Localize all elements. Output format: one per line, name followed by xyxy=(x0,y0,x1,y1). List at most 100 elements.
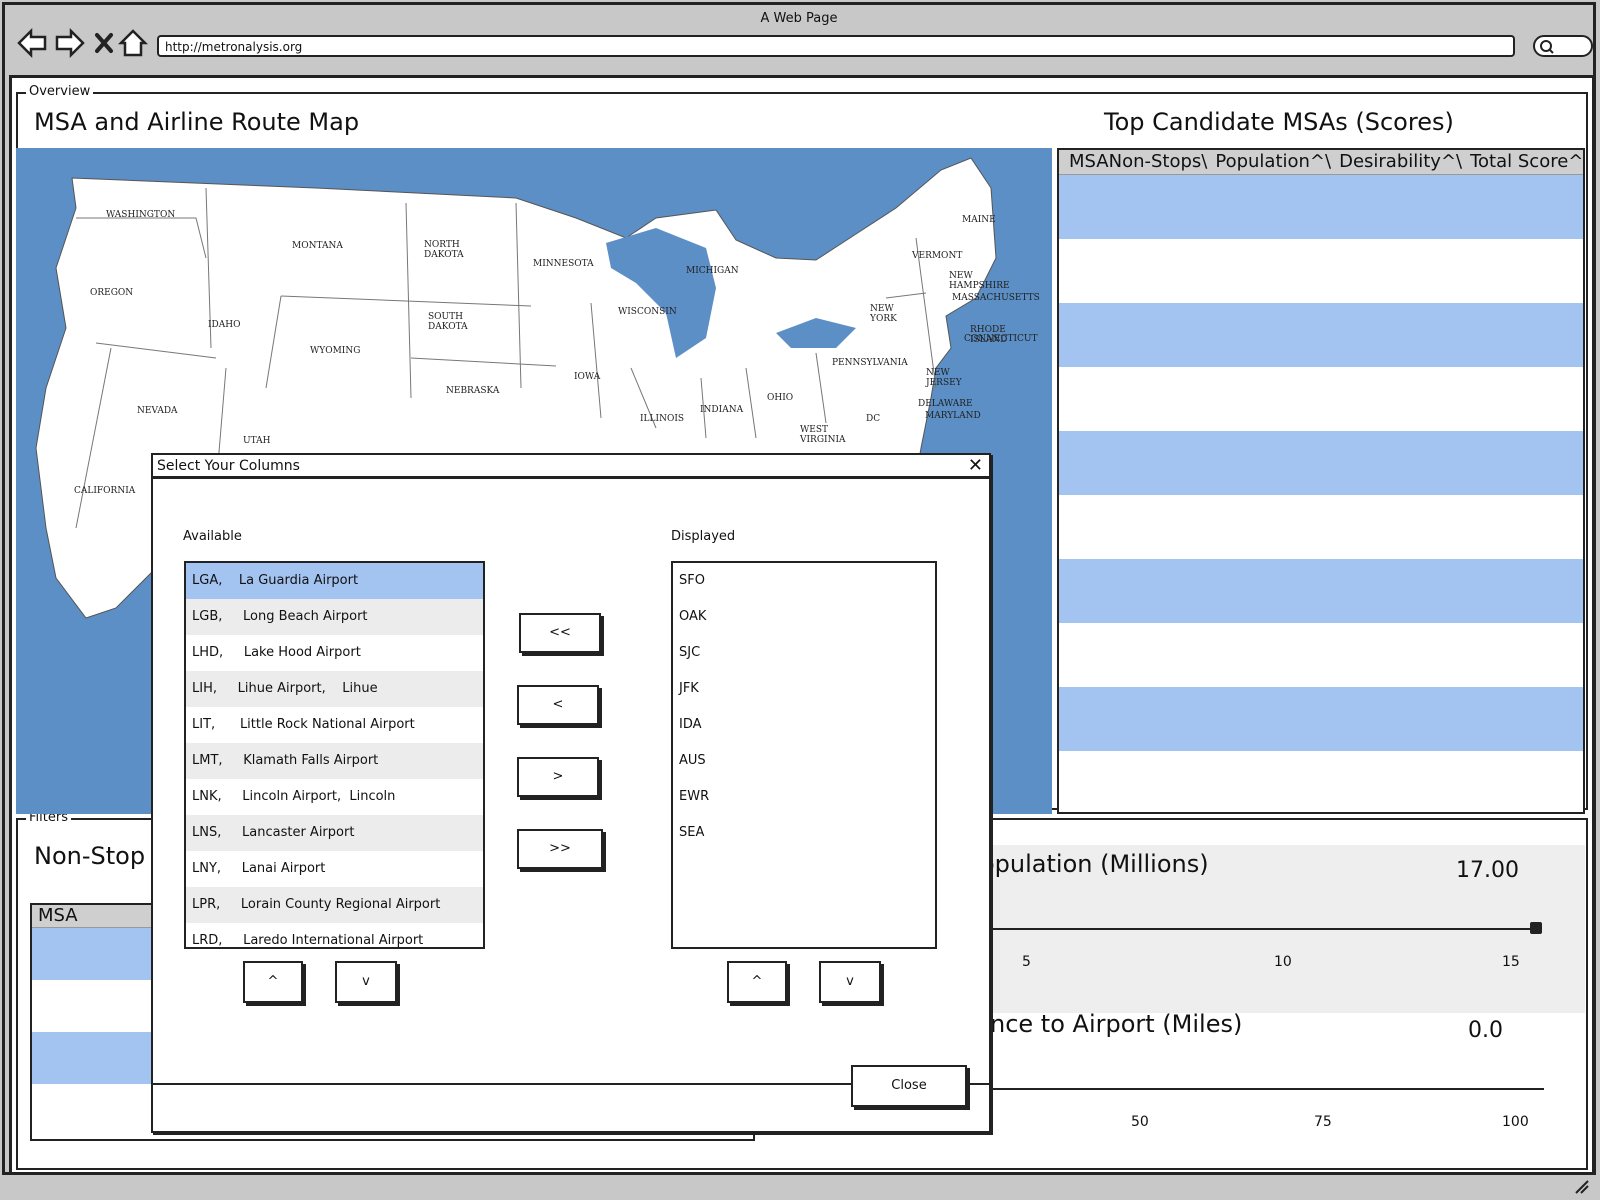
state-label: WASHINGTON xyxy=(106,210,176,220)
distance-value: 0.0 xyxy=(1468,1018,1503,1043)
list-item[interactable]: LPR, Lorain County Regional Airport xyxy=(186,887,483,923)
status-bar xyxy=(2,1172,1596,1198)
state-label: ILLINOIS xyxy=(640,414,685,424)
list-item[interactable]: LHD, Lake Hood Airport xyxy=(186,635,483,671)
state-label: MAINE xyxy=(962,215,996,225)
table-row[interactable] xyxy=(1059,303,1583,367)
table-row[interactable] xyxy=(1059,431,1583,495)
list-item[interactable]: OAK xyxy=(673,599,935,635)
distance-slider-track[interactable] xyxy=(990,1088,1544,1090)
displayed-label: Displayed xyxy=(671,529,736,544)
list-item[interactable]: LIH, Lihue Airport, Lihue xyxy=(186,671,483,707)
table-header: MSANon-Stops\ Population^\ Desirability^\ T… xyxy=(1059,150,1583,175)
close-icon[interactable]: ✕ xyxy=(968,457,983,475)
col-nonstops[interactable]: Non-Stops\ xyxy=(1109,151,1208,172)
state-label: INDIANA xyxy=(700,405,744,415)
search-icon xyxy=(1540,40,1554,54)
table-row[interactable] xyxy=(1059,175,1583,239)
state-label: MASSACHUSETTS xyxy=(952,293,1040,303)
list-item[interactable]: LNS, Lancaster Airport xyxy=(186,815,483,851)
available-label: Available xyxy=(183,529,242,544)
move-right-button[interactable]: > xyxy=(517,757,599,797)
state-label: NORTH DAKOTA xyxy=(424,240,464,260)
population-slider-track[interactable] xyxy=(990,928,1540,930)
state-label: MONTANA xyxy=(292,241,343,251)
distance-tick: 50 xyxy=(1131,1114,1149,1130)
population-tick: 15 xyxy=(1502,954,1520,970)
table-row[interactable] xyxy=(1059,559,1583,623)
table-row[interactable] xyxy=(1059,367,1583,431)
table-row[interactable] xyxy=(1059,687,1583,751)
col-population[interactable]: Population^\ xyxy=(1215,151,1331,172)
col-msa[interactable]: MSA xyxy=(1069,151,1109,172)
state-label: NEW HAMPSHIRE xyxy=(949,271,1010,291)
move-all-left-button[interactable]: << xyxy=(519,613,601,653)
list-item[interactable]: LRD, Laredo International Airport xyxy=(186,923,483,947)
state-label: PENNSYLVANIA xyxy=(832,358,908,368)
state-label: DC xyxy=(866,414,881,424)
browser-search-field[interactable] xyxy=(1533,35,1593,57)
state-label: IOWA xyxy=(574,372,601,382)
list-item[interactable]: LNK, Lincoln Airport, Lincoln xyxy=(186,779,483,815)
home-icon[interactable] xyxy=(117,27,149,59)
list-item[interactable]: LIT, Little Rock National Airport xyxy=(186,707,483,743)
state-label: UTAH xyxy=(243,436,271,446)
state-label: CONNECTICUT xyxy=(964,334,1038,344)
forward-icon[interactable] xyxy=(53,27,85,59)
state-label: OHIO xyxy=(767,393,794,403)
state-label: WISCONSIN xyxy=(618,307,677,317)
list-item[interactable]: JFK xyxy=(673,671,935,707)
state-label: WEST VIRGINIA xyxy=(800,425,846,445)
state-label: VERMONT xyxy=(912,251,963,261)
top-msas-table[interactable]: MSANon-Stops\ Population^\ Desirability^\ T… xyxy=(1057,148,1585,814)
distance-tick: 75 xyxy=(1314,1114,1332,1130)
move-all-right-button[interactable]: >> xyxy=(517,829,603,869)
available-move-up-button[interactable]: ^ xyxy=(243,961,303,1003)
state-label: CALIFORNIA xyxy=(74,486,136,496)
state-label: NEVADA xyxy=(137,406,178,416)
list-item[interactable]: SJC xyxy=(673,635,935,671)
close-button[interactable]: Close xyxy=(851,1065,967,1107)
table-row[interactable] xyxy=(1059,239,1583,303)
displayed-move-down-button[interactable]: v xyxy=(819,961,881,1003)
list-item[interactable]: LNY, Lanai Airport xyxy=(186,851,483,887)
dialog-title: Select Your Columns xyxy=(153,455,989,479)
list-item[interactable]: LGB, Long Beach Airport xyxy=(186,599,483,635)
state-label: DELAWARE xyxy=(918,399,973,409)
list-item[interactable]: LMT, Klamath Falls Airport xyxy=(186,743,483,779)
displayed-move-up-button[interactable]: ^ xyxy=(727,961,787,1003)
map-title: MSA and Airline Route Map xyxy=(34,108,360,136)
population-slider-handle[interactable] xyxy=(1530,922,1542,934)
back-icon[interactable] xyxy=(17,27,49,59)
resize-grip-icon[interactable] xyxy=(1574,1179,1590,1195)
top-msas-title: Top Candidate MSAs (Scores) xyxy=(1104,108,1454,136)
state-label: NEW YORK xyxy=(870,304,897,324)
population-tick: 10 xyxy=(1274,954,1292,970)
state-label: MARYLAND xyxy=(925,411,981,421)
list-item[interactable]: IDA xyxy=(673,707,935,743)
state-label: MICHIGAN xyxy=(686,266,739,276)
col-desirability[interactable]: Desirability^\ xyxy=(1339,151,1462,172)
displayed-list[interactable]: SFO OAK SJC JFK IDA AUS EWR SEA xyxy=(671,561,937,949)
population-filter-title: opulation (Millions) xyxy=(980,850,1209,878)
available-move-down-button[interactable]: v xyxy=(335,961,397,1003)
population-value: 17.00 xyxy=(1456,858,1519,883)
url-input[interactable]: http://metronalysis.org xyxy=(157,35,1515,57)
list-item[interactable]: SFO xyxy=(673,563,935,599)
overview-legend: Overview xyxy=(26,84,94,99)
available-list[interactable]: LGA, La Guardia Airport LGB, Long Beach … xyxy=(184,561,485,949)
col-total-score[interactable]: Total Score^v xyxy=(1470,151,1583,172)
move-left-button[interactable]: < xyxy=(517,685,599,725)
table-row[interactable] xyxy=(1059,495,1583,559)
state-label: OREGON xyxy=(90,288,134,298)
state-label: MINNESOTA xyxy=(533,259,594,269)
state-label: IDAHO xyxy=(208,320,241,330)
list-item[interactable]: LGA, La Guardia Airport xyxy=(186,563,483,599)
table-row[interactable] xyxy=(1059,623,1583,687)
state-label: WYOMING xyxy=(310,346,361,356)
list-item[interactable]: EWR xyxy=(673,779,935,815)
state-label: SOUTH DAKOTA xyxy=(428,312,468,332)
select-columns-dialog: Select Your Columns ✕ Available Displaye… xyxy=(151,453,991,1133)
list-item[interactable]: AUS xyxy=(673,743,935,779)
list-item[interactable]: SEA xyxy=(673,815,935,851)
